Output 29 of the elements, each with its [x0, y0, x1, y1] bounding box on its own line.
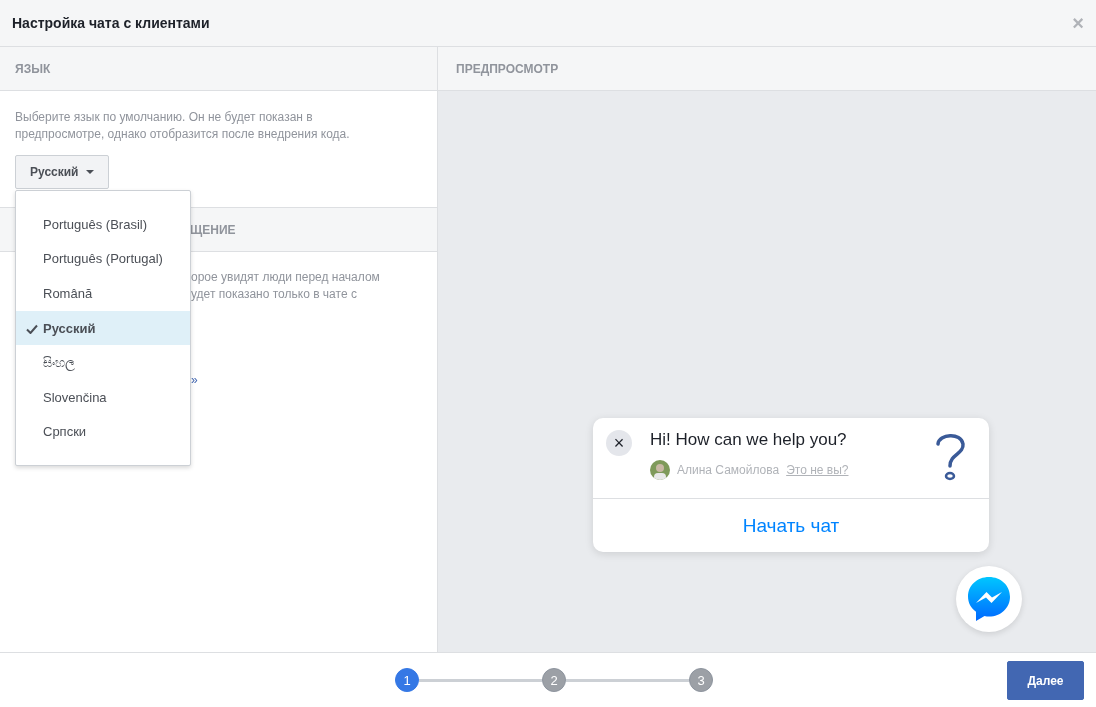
check-icon: [26, 323, 38, 334]
menu-item[interactable]: Српски: [16, 414, 190, 450]
step-indicator: 1: [395, 668, 419, 692]
question-mark-icon: [933, 432, 967, 482]
greeting-text: Hi! How can we help you?: [650, 430, 848, 450]
menu-item[interactable]: Português (Brasil): [16, 207, 190, 242]
step-indicator: 2: [542, 668, 566, 692]
user-name: Алина Самойлова: [677, 463, 780, 477]
section-header: ЯЗЫК: [0, 47, 437, 91]
menu-item[interactable]: Română: [16, 276, 190, 311]
messenger-button[interactable]: [956, 566, 1022, 632]
menu-item[interactable]: Русский: [16, 310, 190, 346]
link[interactable]: »: [191, 373, 198, 387]
section-header: ЩЕНИЕ: [190, 222, 236, 237]
messenger-icon: [967, 576, 1011, 622]
step-indicator: 3: [689, 668, 713, 692]
description-text: орое увидят люди перед началом удет показано только в чате с: [191, 269, 381, 303]
avatar-icon: [650, 460, 670, 480]
close-button[interactable]: ×: [606, 430, 632, 456]
window-title: Настройка чата с клиентами: [12, 15, 210, 31]
menu-item[interactable]: Slovenčina: [16, 379, 190, 415]
section-header: ПРЕДПРОСМОТР: [438, 47, 1096, 91]
language-dropdown[interactable]: Русский: [15, 155, 109, 189]
description-text: Выберите язык по умолчанию. Он не будет показан в предпросмотре, однако отобразится после внедрения кода.: [15, 109, 351, 143]
start-chat-button[interactable]: Начать чат: [593, 499, 989, 552]
caret-icon: [85, 170, 94, 174]
next-button[interactable]: Далее: [1007, 661, 1084, 700]
menu-item[interactable]: සිංහල: [16, 345, 190, 380]
menu-item[interactable]: Português (Portugal): [16, 241, 190, 277]
